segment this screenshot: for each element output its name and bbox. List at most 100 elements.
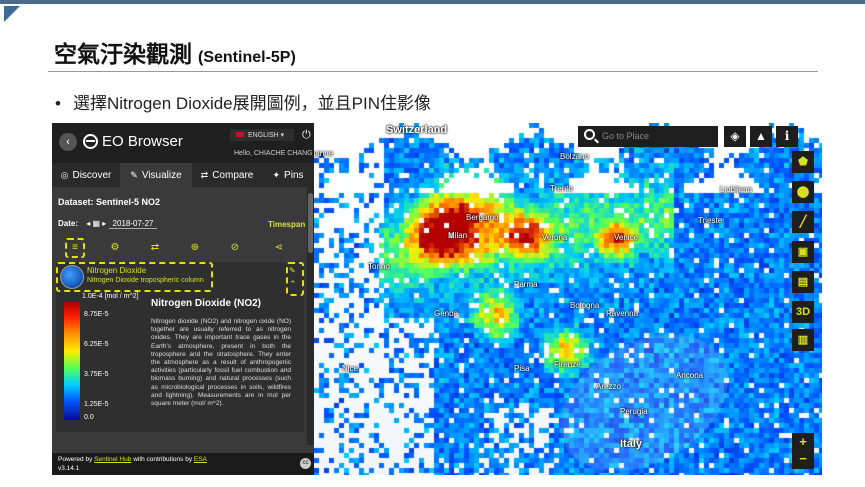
map-label: Nice <box>342 364 359 373</box>
panel-header: ‹ EO Browser ENGLISH ▾ ⏻ Hello, CHIACHE … <box>52 123 314 163</box>
info-icon: i <box>784 129 790 143</box>
flag-icon <box>236 132 244 137</box>
search-icon <box>584 129 595 140</box>
sentinel-hub-link[interactable]: Sentinel Hub <box>94 456 131 463</box>
logout-button[interactable]: ⏻ <box>302 129 311 142</box>
go-to-place-search[interactable]: Go to Place <box>578 126 718 147</box>
layers-button[interactable]: ◈ <box>724 126 746 147</box>
map-label: Firenze <box>554 360 581 369</box>
area-icon: ⬟ <box>798 156 808 168</box>
eo-browser-screenshot: Switzerland Lausanne Bolzano Trento Ljub… <box>52 123 822 475</box>
zoom-out-button[interactable]: − <box>792 450 814 467</box>
slide-title-sub: (Sentinel-5P) <box>198 49 296 66</box>
swap-icon: ⇄ <box>200 170 209 180</box>
map-label: Lausanne <box>314 149 334 158</box>
back-button[interactable]: ‹ <box>59 133 77 151</box>
share-icon[interactable]: ⋖ <box>272 241 286 255</box>
zoom-to-tile-icon[interactable]: ⊕ <box>188 241 202 255</box>
highlight-pin-expand <box>286 262 304 296</box>
tab-discover[interactable]: ◎ Discover <box>52 163 120 187</box>
map-label: Venice <box>614 233 639 242</box>
date-label: Date: <box>58 219 79 228</box>
next-date-button[interactable]: ▸ <box>102 219 106 228</box>
swap-layers-icon[interactable]: ⇄ <box>148 241 162 255</box>
map-label: Arezzo <box>596 382 621 391</box>
image-download-icon: ▣ <box>797 246 809 258</box>
map-label: Pisa <box>514 364 530 373</box>
chevron-left-icon: ‹ <box>66 136 70 148</box>
map-label: Ancona <box>676 371 704 380</box>
info-button[interactable]: i <box>776 126 798 147</box>
version-label: v3.14.1 <box>58 465 80 472</box>
date-picker: Date: ◂ ▦ ▸ 2018-07-27 <box>58 219 158 229</box>
slide-bullet: • 選擇Nitrogen Dioxide展開圖例，並且PIN住影像 <box>55 89 431 114</box>
calendar-icon[interactable]: ▦ <box>93 219 101 228</box>
slide-corner-icon <box>4 6 20 22</box>
slide-top-bar <box>0 0 865 4</box>
timespan-toggle[interactable]: Timespan <box>268 220 305 229</box>
tab-pins[interactable]: ✦ Pins <box>262 163 314 187</box>
legend-title: Nitrogen Dioxide (NO2) <box>151 298 262 309</box>
map-label: Milan <box>448 231 468 240</box>
location-icon: ⬤ <box>796 186 810 198</box>
legend-tick: 6.25E-5 <box>84 341 109 348</box>
3d-label: 3D <box>795 306 811 318</box>
zoom-control[interactable]: + − <box>792 433 814 469</box>
esa-link[interactable]: ESA <box>194 456 207 463</box>
brush-icon: ✎ <box>130 170 138 180</box>
map-label: Ravenna <box>606 309 639 318</box>
map-label: Genoa <box>434 309 459 318</box>
bullet-dot-icon: • <box>55 94 61 113</box>
legend-tick: 1.25E-5 <box>84 401 109 408</box>
tab-compare[interactable]: ⇄ Compare <box>192 163 262 187</box>
marker-tool-button[interactable]: ⬤ <box>792 181 814 203</box>
map-label: Parma <box>514 280 538 289</box>
map-label: Switzerland <box>386 124 448 136</box>
map-view[interactable]: Switzerland Lausanne Bolzano Trento Ljub… <box>314 123 822 475</box>
map-label: Perugia <box>620 407 648 416</box>
legend-color-bar <box>64 302 80 420</box>
map-label: Bologna <box>570 301 600 310</box>
cc-license-icon: cc <box>300 458 311 469</box>
panel-footer: Powered by Sentinel Hub with contributio… <box>52 453 314 475</box>
pin-icon: ✦ <box>272 170 281 180</box>
visualize-toolbar: ≡ ⚙ ⇄ ⊕ ⊘ ⋖ <box>52 238 304 258</box>
image-download-button[interactable]: ▣ <box>792 241 814 263</box>
map-label: Bergamo <box>466 213 499 222</box>
statistics-button[interactable]: ▥ <box>792 329 814 351</box>
graduation-cap-icon: ▲ <box>755 129 767 143</box>
prev-date-button[interactable]: ◂ <box>86 219 90 228</box>
tutorial-button[interactable]: ▲ <box>750 126 772 147</box>
tab-visualize[interactable]: ✎ Visualize <box>120 163 192 187</box>
power-icon: ⏻ <box>302 129 311 141</box>
map-label: Italy <box>620 438 643 450</box>
eo-browser-logo-icon <box>83 134 98 149</box>
timelapse-icon: ▤ <box>797 276 809 288</box>
measure-icon: ╱ <box>799 216 807 228</box>
map-label: Verona <box>542 233 568 242</box>
side-panel: ‹ EO Browser ENGLISH ▾ ⏻ Hello, CHIACHE … <box>52 123 314 475</box>
timelapse-button[interactable]: ▤ <box>792 271 814 293</box>
3d-button[interactable]: 3D <box>792 301 814 323</box>
map-label: Trento <box>550 184 573 193</box>
measure-tool-button[interactable]: ╱ <box>792 211 814 233</box>
highlight-layer-name <box>56 262 213 292</box>
zoom-in-button[interactable]: + <box>792 433 814 450</box>
user-greeting: Hello, CHIACHE CHANG <box>234 150 313 157</box>
search-placeholder: Go to Place <box>602 131 650 141</box>
dataset-label: Dataset: Sentinel-5 NO2 <box>58 197 161 207</box>
language-select[interactable]: ENGLISH ▾ <box>230 129 294 141</box>
area-tool-button[interactable]: ⬟ <box>792 151 814 173</box>
map-label: Bolzano <box>560 152 589 161</box>
hide-eye-icon[interactable]: ⊘ <box>228 241 242 255</box>
panel-scroll-thumb[interactable] <box>308 193 313 253</box>
slide-title-main: 空氣汙染觀測 <box>54 41 192 67</box>
credits: Powered by Sentinel Hub with contributio… <box>58 456 207 463</box>
panel-tabs: ◎ Discover ✎ Visualize ⇄ Compare ✦ Pins <box>52 163 314 187</box>
legend-tick: 0.0 <box>84 414 94 421</box>
highlight-layers-icon <box>65 238 85 258</box>
legend-tick: 8.75E-5 <box>84 311 109 318</box>
date-value[interactable]: 2018-07-27 <box>108 219 158 229</box>
custom-script-icon[interactable]: ⚙ <box>108 241 122 255</box>
no2-heatmap-layer <box>314 123 822 475</box>
